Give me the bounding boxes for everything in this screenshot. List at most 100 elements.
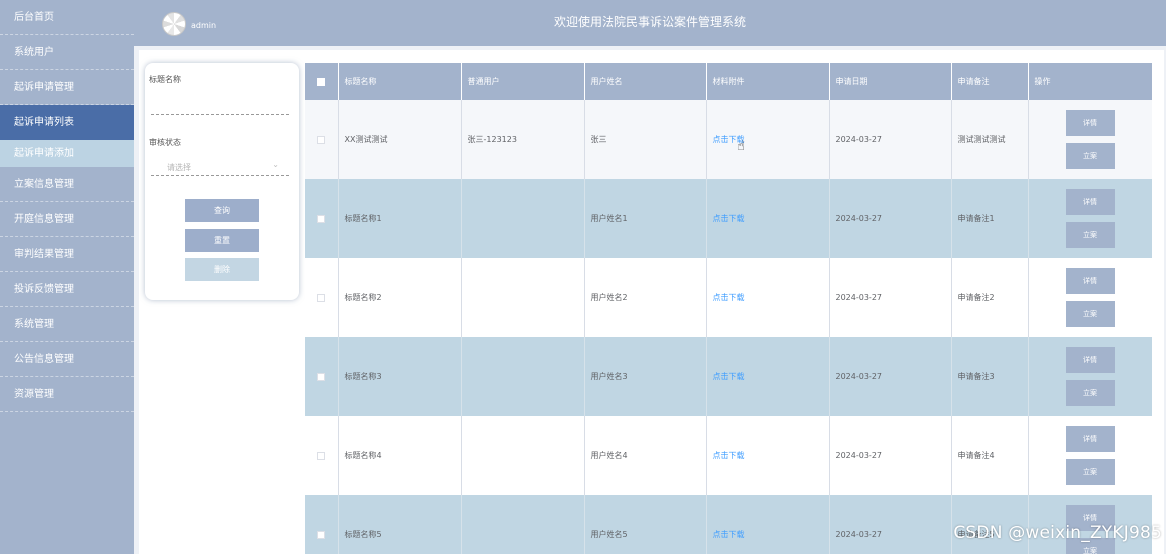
row-checkbox[interactable] bbox=[317, 293, 326, 302]
cell-actions: 详情 立案 bbox=[1028, 258, 1152, 337]
file-case-button[interactable]: 立案 bbox=[1065, 380, 1115, 406]
table-row: 标题名称3 用户姓名3 点击下载 2024-03-27 申请备注3 详情 立案 bbox=[305, 337, 1152, 416]
cell-title: 标题名称3 bbox=[338, 337, 462, 416]
row-checkbox[interactable] bbox=[317, 372, 326, 381]
download-link[interactable]: 点击下载 bbox=[713, 530, 745, 539]
file-case-button[interactable]: 立案 bbox=[1065, 143, 1115, 169]
row-checkbox-cell bbox=[305, 258, 339, 337]
cell-date: 2024-03-27 bbox=[829, 337, 952, 416]
sidebar-item-system[interactable]: 系统管理 bbox=[0, 307, 134, 342]
cell-remark: 申请备注4 bbox=[951, 416, 1029, 495]
cell-title: XX测试测试 bbox=[338, 100, 462, 179]
table-row: 标题名称1 用户姓名1 点击下载 2024-03-27 申请备注1 详情 立案 bbox=[305, 179, 1152, 258]
query-button[interactable]: 查询 bbox=[185, 199, 259, 222]
sidebar-item-verdict[interactable]: 审判结果管理 bbox=[0, 237, 134, 272]
column-header-date[interactable]: 申请日期 bbox=[829, 63, 952, 100]
select-all-checkbox[interactable] bbox=[317, 77, 326, 86]
cell-date: 2024-03-27 bbox=[829, 495, 952, 554]
sidebar-item-announcements[interactable]: 公告信息管理 bbox=[0, 342, 134, 377]
cell-name: 用户姓名1 bbox=[584, 179, 707, 258]
cell-remark: 申请备注3 bbox=[951, 337, 1029, 416]
column-header-attachment[interactable]: 材料附件 bbox=[706, 63, 830, 100]
data-table: 标题名称 普通用户 用户姓名 材料附件 申请日期 申请备注 操作 XX测试测试 … bbox=[305, 63, 1152, 554]
sidebar-item-case-filing[interactable]: 立案信息管理 bbox=[0, 167, 134, 202]
page-title: 欢迎使用法院民事诉讼案件管理系统 bbox=[553, 15, 746, 29]
table-row: 标题名称4 用户姓名4 点击下载 2024-03-27 申请备注4 详情 立案 bbox=[305, 416, 1152, 495]
cell-name: 张三 bbox=[584, 100, 707, 179]
hand-pointer-icon: ☝ bbox=[737, 139, 745, 154]
cell-name: 用户姓名3 bbox=[584, 337, 707, 416]
cell-date: 2024-03-27 bbox=[829, 416, 952, 495]
search-panel: 标题名称 审核状态 请选择 ⌄ 查询 重置 删除 bbox=[145, 63, 299, 300]
cell-attachment: 点击下载 bbox=[706, 495, 830, 554]
sidebar-item-home[interactable]: 后台首页 bbox=[0, 0, 134, 35]
cell-attachment: 点击下载 bbox=[706, 179, 830, 258]
sidebar-item-lawsuit-list[interactable]: 起诉申请列表 bbox=[0, 105, 134, 140]
status-select-placeholder: 请选择 bbox=[167, 163, 191, 172]
sidebar-item-lawsuit-add[interactable]: 起诉申请添加 bbox=[0, 140, 134, 167]
cell-title: 标题名称2 bbox=[338, 258, 462, 337]
row-checkbox[interactable] bbox=[317, 135, 326, 144]
cell-actions: 详情 立案 bbox=[1028, 179, 1152, 258]
download-link[interactable]: 点击下载 bbox=[713, 214, 745, 223]
download-link[interactable]: 点击下载 bbox=[713, 293, 745, 302]
cell-actions: 详情 立案 bbox=[1028, 416, 1152, 495]
sidebar-item-system-users[interactable]: 系统用户 bbox=[0, 35, 134, 70]
column-header-name[interactable]: 用户姓名 bbox=[584, 63, 707, 100]
file-case-button[interactable]: 立案 bbox=[1065, 222, 1115, 248]
detail-button[interactable]: 详情 bbox=[1065, 347, 1115, 373]
cell-name: 用户姓名2 bbox=[584, 258, 707, 337]
cell-actions: 详情 立案 bbox=[1028, 100, 1152, 179]
sidebar-item-resources[interactable]: 资源管理 bbox=[0, 377, 134, 412]
cell-actions: 详情 立案 bbox=[1028, 337, 1152, 416]
download-link[interactable]: 点击下载 bbox=[713, 372, 745, 381]
cell-attachment: 点击下载 bbox=[706, 337, 830, 416]
chevron-down-icon: ⌄ bbox=[272, 160, 279, 169]
watermark: CSDN @weixin_ZYKJ985 bbox=[953, 523, 1162, 543]
row-checkbox-cell bbox=[305, 179, 339, 258]
reset-button[interactable]: 重置 bbox=[185, 229, 259, 252]
sidebar-item-hearing[interactable]: 开庭信息管理 bbox=[0, 202, 134, 237]
status-search-label: 审核状态 bbox=[149, 138, 181, 147]
cell-title: 标题名称5 bbox=[338, 495, 462, 554]
cell-remark: 申请备注2 bbox=[951, 258, 1029, 337]
delete-button[interactable]: 删除 bbox=[185, 258, 259, 281]
download-link[interactable]: 点击下载 bbox=[713, 451, 745, 460]
detail-button[interactable]: 详情 bbox=[1065, 110, 1115, 136]
row-checkbox[interactable] bbox=[317, 451, 326, 460]
cell-user bbox=[461, 337, 585, 416]
file-case-button[interactable]: 立案 bbox=[1065, 301, 1115, 327]
detail-button[interactable]: 详情 bbox=[1065, 426, 1115, 452]
cell-name: 用户姓名5 bbox=[584, 495, 707, 554]
cell-name: 用户姓名4 bbox=[584, 416, 707, 495]
column-header-remark[interactable]: 申请备注 bbox=[951, 63, 1029, 100]
row-checkbox[interactable] bbox=[317, 530, 326, 539]
select-all-checkbox-cell bbox=[305, 63, 339, 100]
top-header: admin 欢迎使用法院民事诉讼案件管理系统 bbox=[134, 0, 1166, 46]
cell-remark: 测试测试测试 bbox=[951, 100, 1029, 179]
detail-button[interactable]: 详情 bbox=[1065, 268, 1115, 294]
cell-date: 2024-03-27 bbox=[829, 100, 952, 179]
table-row: 标题名称2 用户姓名2 点击下载 2024-03-27 申请备注2 详情 立案 bbox=[305, 258, 1152, 337]
detail-button[interactable]: 详情 bbox=[1065, 189, 1115, 215]
file-case-button[interactable]: 立案 bbox=[1065, 459, 1115, 485]
sidebar: 后台首页 系统用户 起诉申请管理 起诉申请列表 起诉申请添加 立案信息管理 开庭… bbox=[0, 0, 134, 554]
cell-remark: 申请备注1 bbox=[951, 179, 1029, 258]
cell-user bbox=[461, 495, 585, 554]
title-search-input[interactable] bbox=[151, 103, 289, 115]
cell-attachment: 点击下载 bbox=[706, 416, 830, 495]
sidebar-item-lawsuit-management[interactable]: 起诉申请管理 bbox=[0, 70, 134, 105]
status-select[interactable]: 请选择 ⌄ bbox=[151, 158, 289, 176]
sidebar-item-complaints[interactable]: 投诉反馈管理 bbox=[0, 272, 134, 307]
cell-user: 张三-123123 bbox=[461, 100, 585, 179]
cell-attachment: 点击下载 bbox=[706, 100, 830, 179]
cell-user bbox=[461, 258, 585, 337]
cell-user bbox=[461, 416, 585, 495]
column-header-user[interactable]: 普通用户 bbox=[461, 63, 585, 100]
row-checkbox-cell bbox=[305, 337, 339, 416]
column-header-title[interactable]: 标题名称 bbox=[338, 63, 462, 100]
row-checkbox-cell bbox=[305, 495, 339, 554]
table-header-row: 标题名称 普通用户 用户姓名 材料附件 申请日期 申请备注 操作 bbox=[305, 63, 1152, 100]
row-checkbox[interactable] bbox=[317, 214, 326, 223]
cell-user bbox=[461, 179, 585, 258]
